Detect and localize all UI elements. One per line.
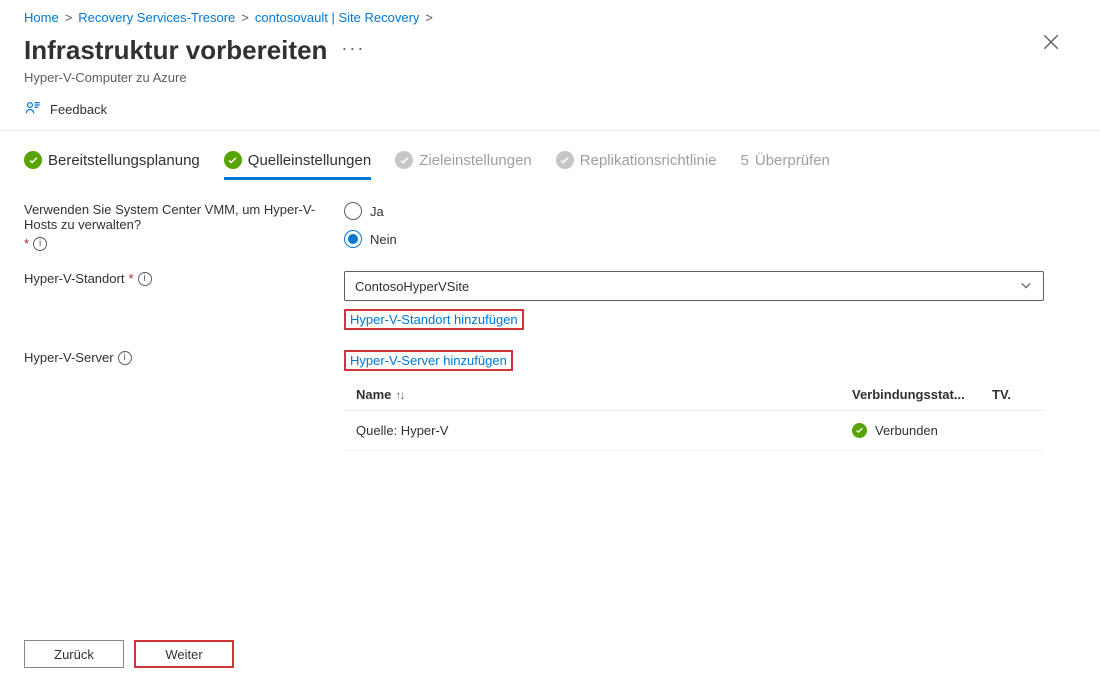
step-deployment-planning[interactable]: Bereitstellungsplanung <box>24 151 200 180</box>
col-name-header[interactable]: Name ↑↓ <box>356 387 852 402</box>
required-indicator: * <box>24 236 29 251</box>
feedback-bar[interactable]: Feedback <box>0 85 1100 131</box>
feedback-label: Feedback <box>50 102 107 117</box>
vmm-label: Verwenden Sie System Center VMM, um Hype… <box>24 202 344 251</box>
row-site: Hyper-V-Standort * i ContosoHyperVSite H… <box>24 271 1076 330</box>
radio-label: Ja <box>370 204 384 219</box>
breadcrumb-home[interactable]: Home <box>24 10 59 25</box>
chevron-right-icon: > <box>65 10 73 25</box>
radio-icon <box>344 202 362 220</box>
radio-icon <box>344 230 362 248</box>
page-title: Infrastruktur vorbereiten <box>24 35 327 66</box>
checkmark-icon <box>556 151 574 169</box>
info-icon[interactable]: i <box>138 272 152 286</box>
info-icon[interactable]: i <box>118 351 132 365</box>
radio-no[interactable]: Nein <box>344 230 397 248</box>
info-icon[interactable]: i <box>33 237 47 251</box>
add-server-link[interactable]: Hyper-V-Server hinzufügen <box>350 353 507 368</box>
chevron-right-icon: > <box>425 10 433 25</box>
checkmark-icon <box>224 151 242 169</box>
add-site-link-highlight: Hyper-V-Standort hinzufügen <box>344 309 524 330</box>
form-area: Verwenden Sie System Center VMM, um Hype… <box>0 186 1100 487</box>
add-site-link[interactable]: Hyper-V-Standort hinzufügen <box>350 312 518 327</box>
add-server-link-highlight: Hyper-V-Server hinzufügen <box>344 350 513 371</box>
back-button[interactable]: Zurück <box>24 640 124 668</box>
server-table: Name ↑↓ Verbindungsstat... TV. Quelle: H… <box>344 379 1044 451</box>
radio-yes[interactable]: Ja <box>344 202 397 220</box>
step-label: Zieleinstellungen <box>419 152 532 169</box>
step-target-settings[interactable]: Zieleinstellungen <box>395 151 532 180</box>
step-label: Replikationsrichtlinie <box>580 152 717 169</box>
step-source-settings[interactable]: Quelleinstellungen <box>224 151 371 180</box>
col-connection-header[interactable]: Verbindungsstat... <box>852 387 992 402</box>
chevron-down-icon <box>1019 278 1033 295</box>
step-review[interactable]: 5 Überprüfen <box>741 152 830 180</box>
close-button[interactable] <box>1042 33 1070 61</box>
breadcrumb-vaults[interactable]: Recovery Services-Tresore <box>78 10 235 25</box>
chevron-right-icon: > <box>241 10 249 25</box>
checkmark-icon <box>24 151 42 169</box>
site-label: Hyper-V-Standort * i <box>24 271 344 286</box>
breadcrumb-current[interactable]: contosovault | Site Recovery <box>255 10 420 25</box>
table-row[interactable]: Quelle: Hyper-V Verbunden <box>344 411 1044 451</box>
step-replication-policy[interactable]: Replikationsrichtlinie <box>556 151 717 180</box>
more-actions-button[interactable]: ··· <box>341 38 365 59</box>
page-header: Infrastruktur vorbereiten ··· Hyper-V-Co… <box>0 29 1100 85</box>
row-server: Hyper-V-Server i Hyper-V-Server hinzufüg… <box>24 350 1076 451</box>
step-label: Bereitstellungsplanung <box>48 152 200 169</box>
checkmark-icon <box>395 151 413 169</box>
page-subtitle: Hyper-V-Computer zu Azure <box>24 70 1076 85</box>
table-header: Name ↑↓ Verbindungsstat... TV. <box>344 379 1044 411</box>
sort-icon: ↑↓ <box>395 388 403 402</box>
wizard-steps: Bereitstellungsplanung Quelleinstellunge… <box>0 131 1100 186</box>
wizard-footer: Zurück Weiter <box>24 640 234 668</box>
step-label: Quelleinstellungen <box>248 152 371 169</box>
server-label: Hyper-V-Server i <box>24 350 344 365</box>
radio-label: Nein <box>370 232 397 247</box>
feedback-icon <box>24 99 42 120</box>
row-vmm: Verwenden Sie System Center VMM, um Hype… <box>24 202 1076 251</box>
status-ok-icon <box>852 423 867 438</box>
col-tv-header[interactable]: TV. <box>992 387 1032 402</box>
breadcrumb: Home > Recovery Services-Tresore > conto… <box>0 0 1100 29</box>
required-indicator: * <box>128 271 133 286</box>
site-selected-value: ContosoHyperVSite <box>355 279 469 294</box>
step-label: Überprüfen <box>755 152 830 169</box>
cell-connection: Verbunden <box>852 423 992 438</box>
step-number: 5 <box>741 152 749 169</box>
next-button[interactable]: Weiter <box>134 640 234 668</box>
cell-name: Quelle: Hyper-V <box>356 423 852 438</box>
site-dropdown[interactable]: ContosoHyperVSite <box>344 271 1044 301</box>
